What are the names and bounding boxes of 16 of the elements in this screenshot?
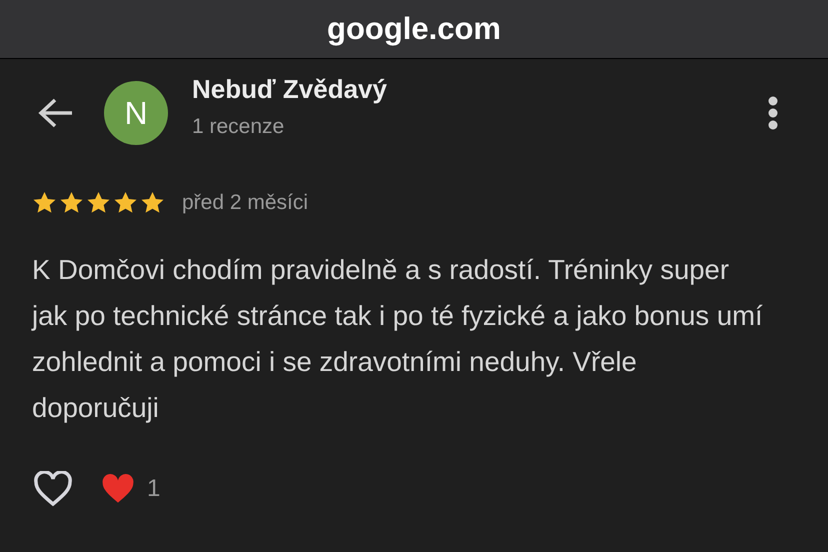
heart-icon (101, 472, 135, 504)
avatar: N (104, 81, 168, 145)
reviewer-name[interactable]: Nebuď Zvědavý (192, 70, 387, 109)
review-count: 1 recenze (192, 114, 286, 140)
star-icon (140, 190, 165, 215)
star-icon (32, 190, 57, 215)
back-icon[interactable] (38, 98, 74, 128)
review-text: K Domčovi chodím pravidelně a s radostí. Tréninky super jak po technické stránce tak i po té fyzické a jako bonus umí zohlednit a pomoci i se zdravotními neduhy. Vřele doporučuji (30, 252, 764, 425)
reaction-count: 1 (147, 474, 160, 504)
star-icon (86, 190, 111, 215)
review-time: před 2 měsíci (182, 190, 308, 216)
heart-icon[interactable] (33, 470, 73, 506)
star-icon (59, 190, 84, 215)
more-icon[interactable] (768, 96, 778, 130)
address-bar-domain[interactable]: google.com (327, 6, 501, 52)
star-icon (113, 190, 138, 215)
